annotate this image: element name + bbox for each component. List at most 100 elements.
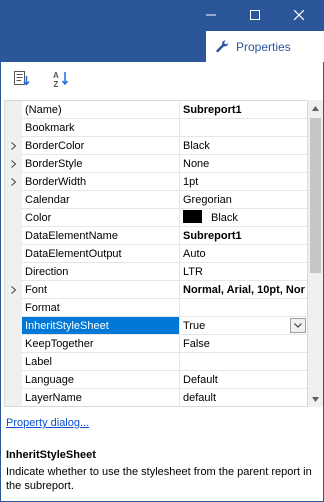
property-value[interactable] [180, 299, 307, 317]
expand-row-button[interactable] [5, 173, 22, 191]
property-row[interactable]: DataElementName Subreport1 [5, 227, 307, 245]
property-row[interactable]: BorderColor Black [5, 137, 307, 155]
value-dropdown-button[interactable] [290, 318, 306, 333]
property-row[interactable]: Bookmark [5, 119, 307, 137]
tab-label: Properties [236, 39, 291, 54]
chevron-right-icon [11, 178, 16, 186]
property-value-text: Subreport1 [183, 230, 242, 242]
property-value[interactable] [180, 353, 307, 371]
property-row[interactable]: DataElementOutput Auto [5, 245, 307, 263]
property-value[interactable]: Gregorian [180, 191, 307, 209]
property-value[interactable]: LTR [180, 263, 307, 281]
property-row[interactable]: Color Black [5, 209, 307, 227]
property-row[interactable]: BorderStyle None [5, 155, 307, 173]
scroll-down-icon [312, 396, 319, 402]
scroll-down-button[interactable] [308, 391, 323, 407]
property-value-text: Black [211, 212, 238, 224]
property-name: BorderWidth [22, 173, 180, 191]
property-name: LayerName [22, 389, 180, 406]
svg-text:Z: Z [54, 80, 59, 88]
row-gutter-cell [5, 317, 22, 335]
row-gutter-cell [5, 191, 22, 209]
close-button[interactable] [277, 2, 321, 28]
property-value[interactable]: default [180, 389, 307, 406]
row-gutter-cell [5, 227, 22, 245]
property-value-text: True [183, 320, 206, 332]
property-value[interactable]: None [180, 155, 307, 173]
property-name: Language [22, 371, 180, 389]
property-row[interactable]: Calendar Gregorian [5, 191, 307, 209]
chevron-down-icon [294, 323, 302, 328]
property-value[interactable]: False [180, 335, 307, 353]
property-name: Calendar [22, 191, 180, 209]
property-row[interactable]: Font Normal, Arial, 10pt, Nor [5, 281, 307, 299]
chevron-right-icon [11, 142, 16, 150]
property-value-text: False [183, 338, 210, 350]
property-value[interactable]: Black [180, 137, 307, 155]
alphabetical-button[interactable]: A Z [50, 67, 74, 91]
property-name: Direction [22, 263, 180, 281]
row-gutter-cell [5, 353, 22, 371]
property-dialog-link[interactable]: Property dialog... [6, 417, 89, 429]
row-gutter-cell [5, 371, 22, 389]
property-row[interactable]: Language Default [5, 371, 307, 389]
property-row[interactable]: KeepTogether False [5, 335, 307, 353]
property-row[interactable]: Label [5, 353, 307, 371]
property-grid[interactable]: (Name) Subreport1 Bookmark BorderColor Black… [4, 100, 308, 407]
property-name: Color [22, 209, 180, 227]
property-name: Label [22, 353, 180, 371]
window-border-left [0, 62, 1, 502]
property-name: BorderStyle [22, 155, 180, 173]
property-row[interactable]: BorderWidth 1pt [5, 173, 307, 191]
scroll-thumb[interactable] [310, 118, 321, 273]
svg-text:A: A [53, 71, 59, 80]
property-name: DataElementOutput [22, 245, 180, 263]
help-title: InheritStyleSheet [6, 449, 96, 461]
property-row[interactable]: Format [5, 299, 307, 317]
property-name: BorderColor [22, 137, 180, 155]
expand-row-button[interactable] [5, 137, 22, 155]
maximize-icon [250, 10, 260, 20]
scroll-up-button[interactable] [308, 100, 323, 116]
property-value-text: Gregorian [183, 194, 232, 206]
row-gutter-cell [5, 389, 22, 406]
expand-row-button[interactable] [5, 155, 22, 173]
row-gutter-cell [5, 335, 22, 353]
scroll-up-icon [312, 105, 319, 111]
property-name: DataElementName [22, 227, 180, 245]
property-value[interactable]: Subreport1 [180, 101, 307, 119]
property-value[interactable] [180, 119, 307, 137]
maximize-button[interactable] [233, 2, 277, 28]
alphabetical-sort-icon: A Z [53, 71, 69, 88]
property-value-text: Auto [183, 248, 206, 260]
property-name: Bookmark [22, 119, 180, 137]
property-row[interactable]: LayerName default [5, 389, 307, 406]
tab-properties[interactable]: Properties [206, 31, 324, 62]
property-value[interactable]: 1pt [180, 173, 307, 191]
property-row[interactable]: (Name) Subreport1 [5, 101, 307, 119]
vertical-scrollbar[interactable] [308, 100, 323, 407]
property-value[interactable]: True [180, 317, 307, 335]
property-value[interactable]: Normal, Arial, 10pt, Nor [180, 281, 307, 299]
property-row[interactable]: Direction LTR [5, 263, 307, 281]
property-value[interactable]: Auto [180, 245, 307, 263]
expand-row-button[interactable] [5, 281, 22, 299]
wrench-icon [216, 40, 229, 53]
property-name: KeepTogether [22, 335, 180, 353]
property-value[interactable]: Default [180, 371, 307, 389]
chevron-right-icon [11, 286, 16, 294]
chevron-right-icon [11, 160, 16, 168]
property-value[interactable]: Black [180, 209, 307, 227]
categorized-icon [14, 71, 30, 86]
close-icon [294, 10, 304, 20]
row-gutter-cell [5, 119, 22, 137]
help-panel: InheritStyleSheet Indicate whether to us… [1, 438, 323, 501]
row-gutter-cell [5, 245, 22, 263]
property-row[interactable]: InheritStyleSheet True [5, 317, 307, 335]
categorized-button[interactable] [10, 67, 34, 91]
minimize-icon [206, 14, 216, 16]
property-name: InheritStyleSheet [22, 317, 180, 335]
property-value[interactable]: Subreport1 [180, 227, 307, 245]
minimize-button[interactable] [189, 2, 233, 28]
row-gutter-cell [5, 209, 22, 227]
